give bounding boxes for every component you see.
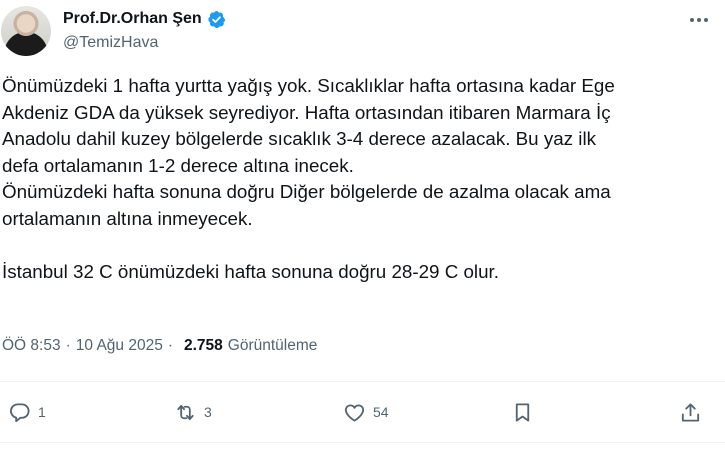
tweet-meta: ÖÖ 8:53 · 10 Ağu 2025 · 2.758 Görüntülem…	[2, 337, 317, 355]
like-count: 54	[373, 404, 389, 420]
reply-count: 1	[38, 404, 46, 420]
share-icon	[681, 402, 700, 422]
author-handle[interactable]: @TemizHava	[63, 34, 158, 52]
retweet-count: 3	[204, 404, 212, 420]
meta-separator: ·	[167, 337, 173, 354]
author-display-name[interactable]: Prof.Dr.Orhan Şen	[63, 10, 202, 28]
like-button[interactable]: 54	[343, 398, 389, 426]
reply-button[interactable]: 1	[8, 398, 46, 426]
tweet-header: Prof.Dr.Orhan Şen @TemizHava	[0, 0, 725, 62]
more-icon[interactable]	[687, 10, 711, 30]
heart-icon	[344, 403, 365, 422]
divider	[0, 381, 725, 382]
reply-icon	[10, 402, 30, 422]
bookmark-icon	[515, 402, 530, 422]
action-bar: 1 3 54	[0, 398, 725, 426]
author-name-row: Prof.Dr.Orhan Şen	[63, 8, 226, 30]
divider	[0, 442, 725, 443]
tweet-date[interactable]: 10 Ağu 2025	[76, 337, 163, 355]
meta-separator: ·	[65, 337, 71, 354]
avatar[interactable]	[1, 6, 51, 56]
verified-badge-icon	[208, 10, 226, 28]
retweet-icon	[177, 404, 194, 420]
tweet-text: Önümüzdeki 1 hafta yurtta yağış yok. Sıc…	[2, 75, 615, 282]
share-button[interactable]	[679, 398, 702, 426]
views-label: Görüntüleme	[227, 337, 318, 354]
tweet-time[interactable]: ÖÖ 8:53	[2, 337, 61, 355]
views-count: 2.758	[184, 337, 223, 354]
bookmark-button[interactable]	[511, 398, 534, 426]
retweet-button[interactable]: 3	[174, 398, 212, 426]
